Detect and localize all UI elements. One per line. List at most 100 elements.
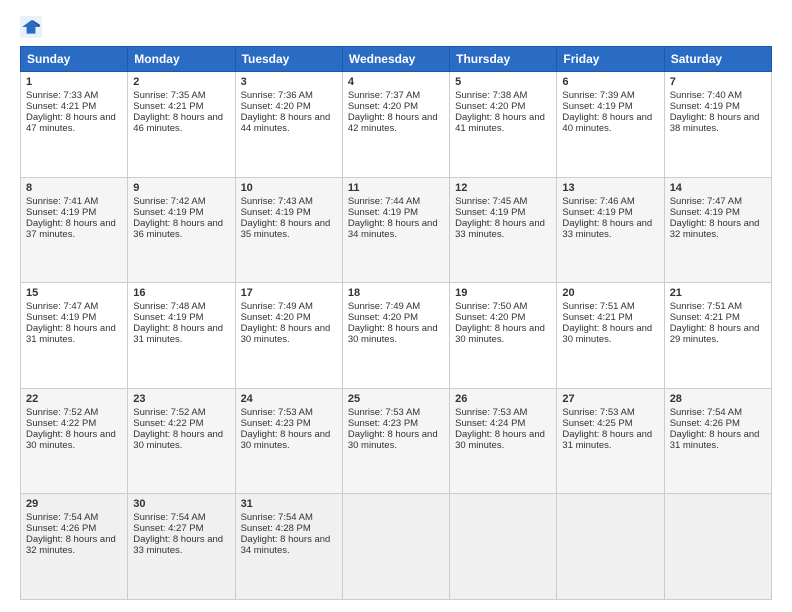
- sunset-text: Sunset: 4:23 PM: [241, 418, 311, 429]
- day-number: 31: [241, 498, 337, 510]
- calendar-header-row: SundayMondayTuesdayWednesdayThursdayFrid…: [21, 47, 772, 72]
- calendar-week-row: 29Sunrise: 7:54 AMSunset: 4:26 PMDayligh…: [21, 494, 772, 600]
- sunset-text: Sunset: 4:20 PM: [348, 312, 418, 323]
- calendar-header-tuesday: Tuesday: [235, 47, 342, 72]
- sunrise-text: Sunrise: 7:50 AM: [455, 301, 527, 312]
- sunset-text: Sunset: 4:28 PM: [241, 523, 311, 534]
- sunrise-text: Sunrise: 7:52 AM: [133, 407, 205, 418]
- sunset-text: Sunset: 4:21 PM: [26, 101, 96, 112]
- daylight-text: Daylight: 8 hours and 31 minutes.: [133, 323, 223, 345]
- sunrise-text: Sunrise: 7:35 AM: [133, 90, 205, 101]
- daylight-text: Daylight: 8 hours and 33 minutes.: [455, 218, 545, 240]
- calendar-day-cell: [557, 494, 664, 600]
- calendar-header-thursday: Thursday: [450, 47, 557, 72]
- calendar-table: SundayMondayTuesdayWednesdayThursdayFrid…: [20, 46, 772, 600]
- sunrise-text: Sunrise: 7:47 AM: [26, 301, 98, 312]
- sunrise-text: Sunrise: 7:51 AM: [562, 301, 634, 312]
- sunrise-text: Sunrise: 7:53 AM: [455, 407, 527, 418]
- daylight-text: Daylight: 8 hours and 34 minutes.: [241, 534, 331, 556]
- calendar-header-monday: Monday: [128, 47, 235, 72]
- daylight-text: Daylight: 8 hours and 32 minutes.: [670, 218, 760, 240]
- daylight-text: Daylight: 8 hours and 30 minutes.: [348, 429, 438, 451]
- sunrise-text: Sunrise: 7:53 AM: [241, 407, 313, 418]
- daylight-text: Daylight: 8 hours and 36 minutes.: [133, 218, 223, 240]
- calendar-day-cell: [342, 494, 449, 600]
- header: [20, 16, 772, 38]
- sunrise-text: Sunrise: 7:47 AM: [670, 196, 742, 207]
- daylight-text: Daylight: 8 hours and 30 minutes.: [348, 323, 438, 345]
- day-number: 17: [241, 287, 337, 299]
- daylight-text: Daylight: 8 hours and 44 minutes.: [241, 112, 331, 134]
- sunset-text: Sunset: 4:19 PM: [670, 101, 740, 112]
- calendar-day-cell: 17Sunrise: 7:49 AMSunset: 4:20 PMDayligh…: [235, 283, 342, 389]
- sunrise-text: Sunrise: 7:40 AM: [670, 90, 742, 101]
- sunset-text: Sunset: 4:19 PM: [670, 207, 740, 218]
- day-number: 16: [133, 287, 229, 299]
- calendar-day-cell: 2Sunrise: 7:35 AMSunset: 4:21 PMDaylight…: [128, 72, 235, 178]
- calendar-day-cell: 29Sunrise: 7:54 AMSunset: 4:26 PMDayligh…: [21, 494, 128, 600]
- sunset-text: Sunset: 4:19 PM: [26, 207, 96, 218]
- sunset-text: Sunset: 4:19 PM: [562, 207, 632, 218]
- calendar-day-cell: 31Sunrise: 7:54 AMSunset: 4:28 PMDayligh…: [235, 494, 342, 600]
- day-number: 18: [348, 287, 444, 299]
- day-number: 12: [455, 182, 551, 194]
- daylight-text: Daylight: 8 hours and 33 minutes.: [562, 218, 652, 240]
- sunset-text: Sunset: 4:22 PM: [26, 418, 96, 429]
- day-number: 8: [26, 182, 122, 194]
- daylight-text: Daylight: 8 hours and 30 minutes.: [455, 429, 545, 451]
- sunset-text: Sunset: 4:20 PM: [455, 312, 525, 323]
- daylight-text: Daylight: 8 hours and 38 minutes.: [670, 112, 760, 134]
- sunrise-text: Sunrise: 7:53 AM: [348, 407, 420, 418]
- sunset-text: Sunset: 4:24 PM: [455, 418, 525, 429]
- sunrise-text: Sunrise: 7:53 AM: [562, 407, 634, 418]
- calendar-day-cell: 30Sunrise: 7:54 AMSunset: 4:27 PMDayligh…: [128, 494, 235, 600]
- logo-icon: [20, 16, 42, 38]
- sunset-text: Sunset: 4:26 PM: [26, 523, 96, 534]
- calendar-day-cell: 8Sunrise: 7:41 AMSunset: 4:19 PMDaylight…: [21, 177, 128, 283]
- sunset-text: Sunset: 4:20 PM: [241, 101, 311, 112]
- calendar-day-cell: 9Sunrise: 7:42 AMSunset: 4:19 PMDaylight…: [128, 177, 235, 283]
- sunrise-text: Sunrise: 7:54 AM: [26, 512, 98, 523]
- calendar-day-cell: [450, 494, 557, 600]
- sunset-text: Sunset: 4:26 PM: [670, 418, 740, 429]
- calendar-day-cell: 1Sunrise: 7:33 AMSunset: 4:21 PMDaylight…: [21, 72, 128, 178]
- daylight-text: Daylight: 8 hours and 30 minutes.: [455, 323, 545, 345]
- sunrise-text: Sunrise: 7:54 AM: [670, 407, 742, 418]
- sunset-text: Sunset: 4:27 PM: [133, 523, 203, 534]
- sunrise-text: Sunrise: 7:42 AM: [133, 196, 205, 207]
- sunrise-text: Sunrise: 7:36 AM: [241, 90, 313, 101]
- daylight-text: Daylight: 8 hours and 29 minutes.: [670, 323, 760, 345]
- calendar-day-cell: 25Sunrise: 7:53 AMSunset: 4:23 PMDayligh…: [342, 388, 449, 494]
- day-number: 1: [26, 76, 122, 88]
- sunset-text: Sunset: 4:19 PM: [26, 312, 96, 323]
- sunrise-text: Sunrise: 7:46 AM: [562, 196, 634, 207]
- daylight-text: Daylight: 8 hours and 30 minutes.: [241, 429, 331, 451]
- day-number: 30: [133, 498, 229, 510]
- sunrise-text: Sunrise: 7:33 AM: [26, 90, 98, 101]
- calendar-day-cell: 21Sunrise: 7:51 AMSunset: 4:21 PMDayligh…: [664, 283, 771, 389]
- sunset-text: Sunset: 4:25 PM: [562, 418, 632, 429]
- day-number: 24: [241, 393, 337, 405]
- calendar-header-friday: Friday: [557, 47, 664, 72]
- daylight-text: Daylight: 8 hours and 35 minutes.: [241, 218, 331, 240]
- sunset-text: Sunset: 4:21 PM: [133, 101, 203, 112]
- day-number: 10: [241, 182, 337, 194]
- sunset-text: Sunset: 4:19 PM: [562, 101, 632, 112]
- sunrise-text: Sunrise: 7:37 AM: [348, 90, 420, 101]
- calendar-day-cell: 6Sunrise: 7:39 AMSunset: 4:19 PMDaylight…: [557, 72, 664, 178]
- sunrise-text: Sunrise: 7:51 AM: [670, 301, 742, 312]
- daylight-text: Daylight: 8 hours and 31 minutes.: [670, 429, 760, 451]
- day-number: 6: [562, 76, 658, 88]
- day-number: 27: [562, 393, 658, 405]
- sunset-text: Sunset: 4:19 PM: [455, 207, 525, 218]
- day-number: 22: [26, 393, 122, 405]
- day-number: 20: [562, 287, 658, 299]
- day-number: 26: [455, 393, 551, 405]
- daylight-text: Daylight: 8 hours and 30 minutes.: [562, 323, 652, 345]
- daylight-text: Daylight: 8 hours and 30 minutes.: [26, 429, 116, 451]
- sunrise-text: Sunrise: 7:39 AM: [562, 90, 634, 101]
- sunrise-text: Sunrise: 7:48 AM: [133, 301, 205, 312]
- logo: [20, 16, 46, 38]
- daylight-text: Daylight: 8 hours and 42 minutes.: [348, 112, 438, 134]
- sunset-text: Sunset: 4:19 PM: [133, 207, 203, 218]
